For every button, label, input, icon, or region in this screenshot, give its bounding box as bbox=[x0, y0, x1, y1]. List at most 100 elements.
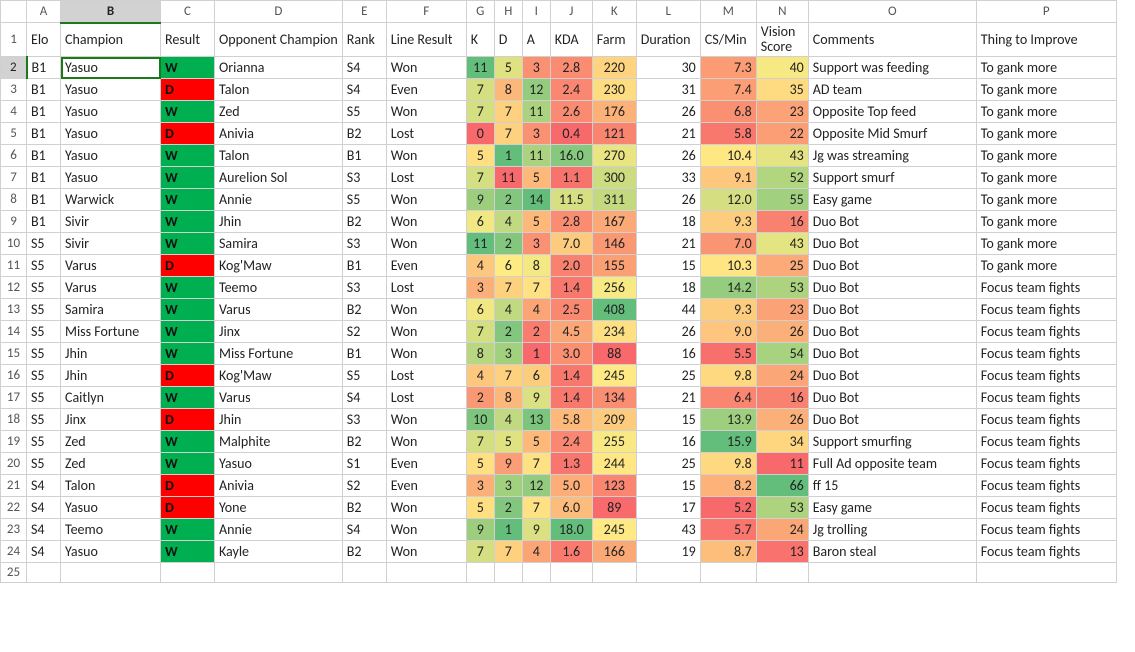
cell-M24[interactable]: 8.7 bbox=[700, 541, 756, 563]
cell-M20[interactable]: 9.8 bbox=[700, 453, 756, 475]
cell-P10[interactable]: To gank more bbox=[976, 233, 1116, 255]
cell-P22[interactable]: Focus team fights bbox=[976, 497, 1116, 519]
cell-B10[interactable]: Sivir bbox=[61, 233, 161, 255]
cell-C20[interactable]: W bbox=[161, 453, 215, 475]
header-K[interactable]: Farm bbox=[592, 23, 636, 57]
cell-D10[interactable]: Samira bbox=[215, 233, 343, 255]
cell-B24[interactable]: Yasuo bbox=[61, 541, 161, 563]
cell-F12[interactable]: Lost bbox=[386, 277, 466, 299]
cell-H9[interactable]: 4 bbox=[494, 211, 522, 233]
cell-E20[interactable]: S1 bbox=[342, 453, 386, 475]
cell-J18[interactable]: 5.8 bbox=[550, 409, 592, 431]
cell-M19[interactable]: 15.9 bbox=[700, 431, 756, 453]
cell-H21[interactable]: 3 bbox=[494, 475, 522, 497]
cell-J24[interactable]: 1.6 bbox=[550, 541, 592, 563]
cell-B16[interactable]: Jhin bbox=[61, 365, 161, 387]
cell-D2[interactable]: Orianna bbox=[215, 57, 343, 79]
cell-H2[interactable]: 5 bbox=[494, 57, 522, 79]
cell-E12[interactable]: S3 bbox=[342, 277, 386, 299]
cell-P20[interactable]: Focus team fights bbox=[976, 453, 1116, 475]
cell-D8[interactable]: Annie bbox=[215, 189, 343, 211]
cell-C21[interactable]: D bbox=[161, 475, 215, 497]
row-head-12[interactable]: 12 bbox=[1, 277, 27, 299]
header-P[interactable]: Thing to Improve bbox=[976, 23, 1116, 57]
col-head-K[interactable]: K bbox=[592, 1, 636, 23]
cell-O13[interactable]: Duo Bot bbox=[808, 299, 976, 321]
header-M[interactable]: CS/Min bbox=[700, 23, 756, 57]
cell-K7[interactable]: 300 bbox=[592, 167, 636, 189]
cell-O5[interactable]: Opposite Mid Smurf bbox=[808, 123, 976, 145]
cell-A10[interactable]: S5 bbox=[27, 233, 61, 255]
cell-F19[interactable]: Won bbox=[386, 431, 466, 453]
cell-H16[interactable]: 7 bbox=[494, 365, 522, 387]
cell-N14[interactable]: 26 bbox=[756, 321, 808, 343]
cell-M2[interactable]: 7.3 bbox=[700, 57, 756, 79]
cell-P8[interactable]: To gank more bbox=[976, 189, 1116, 211]
cell-E6[interactable]: B1 bbox=[342, 145, 386, 167]
cell-O21[interactable]: ff 15 bbox=[808, 475, 976, 497]
cell-D25[interactable] bbox=[215, 563, 343, 583]
cell-D17[interactable]: Varus bbox=[215, 387, 343, 409]
cell-G13[interactable]: 6 bbox=[466, 299, 494, 321]
cell-D7[interactable]: Aurelion Sol bbox=[215, 167, 343, 189]
cell-F10[interactable]: Won bbox=[386, 233, 466, 255]
cell-H10[interactable]: 2 bbox=[494, 233, 522, 255]
row-head-15[interactable]: 15 bbox=[1, 343, 27, 365]
cell-A13[interactable]: S5 bbox=[27, 299, 61, 321]
cell-N5[interactable]: 22 bbox=[756, 123, 808, 145]
cell-L12[interactable]: 18 bbox=[636, 277, 700, 299]
cell-K3[interactable]: 230 bbox=[592, 79, 636, 101]
cell-D6[interactable]: Talon bbox=[215, 145, 343, 167]
col-head-J[interactable]: J bbox=[550, 1, 592, 23]
col-head-O[interactable]: O bbox=[808, 1, 976, 23]
cell-C11[interactable]: D bbox=[161, 255, 215, 277]
col-head-N[interactable]: N bbox=[756, 1, 808, 23]
cell-H20[interactable]: 9 bbox=[494, 453, 522, 475]
cell-F3[interactable]: Even bbox=[386, 79, 466, 101]
cell-D22[interactable]: Yone bbox=[215, 497, 343, 519]
cell-C23[interactable]: W bbox=[161, 519, 215, 541]
cell-M10[interactable]: 7.0 bbox=[700, 233, 756, 255]
cell-K19[interactable]: 255 bbox=[592, 431, 636, 453]
cell-J12[interactable]: 1.4 bbox=[550, 277, 592, 299]
row-head-18[interactable]: 18 bbox=[1, 409, 27, 431]
cell-N4[interactable]: 23 bbox=[756, 101, 808, 123]
cell-J9[interactable]: 2.8 bbox=[550, 211, 592, 233]
cell-N13[interactable]: 23 bbox=[756, 299, 808, 321]
cell-N24[interactable]: 13 bbox=[756, 541, 808, 563]
cell-B11[interactable]: Varus bbox=[61, 255, 161, 277]
cell-P5[interactable]: To gank more bbox=[976, 123, 1116, 145]
cell-A8[interactable]: B1 bbox=[27, 189, 61, 211]
cell-K5[interactable]: 121 bbox=[592, 123, 636, 145]
cell-C9[interactable]: W bbox=[161, 211, 215, 233]
cell-O24[interactable]: Baron steal bbox=[808, 541, 976, 563]
cell-F16[interactable]: Lost bbox=[386, 365, 466, 387]
cell-L21[interactable]: 15 bbox=[636, 475, 700, 497]
header-N[interactable]: Vision Score bbox=[756, 23, 808, 57]
cell-M15[interactable]: 5.5 bbox=[700, 343, 756, 365]
cell-N23[interactable]: 24 bbox=[756, 519, 808, 541]
cell-F6[interactable]: Won bbox=[386, 145, 466, 167]
cell-K23[interactable]: 245 bbox=[592, 519, 636, 541]
cell-E13[interactable]: B2 bbox=[342, 299, 386, 321]
cell-G12[interactable]: 3 bbox=[466, 277, 494, 299]
cell-G15[interactable]: 8 bbox=[466, 343, 494, 365]
cell-A23[interactable]: S4 bbox=[27, 519, 61, 541]
cell-L25[interactable] bbox=[636, 563, 700, 583]
cell-P11[interactable]: To gank more bbox=[976, 255, 1116, 277]
cell-K21[interactable]: 123 bbox=[592, 475, 636, 497]
cell-A16[interactable]: S5 bbox=[27, 365, 61, 387]
cell-G20[interactable]: 5 bbox=[466, 453, 494, 475]
cell-J5[interactable]: 0.4 bbox=[550, 123, 592, 145]
cell-A7[interactable]: B1 bbox=[27, 167, 61, 189]
cell-O6[interactable]: Jg was streaming bbox=[808, 145, 976, 167]
cell-K16[interactable]: 245 bbox=[592, 365, 636, 387]
cell-P25[interactable] bbox=[976, 563, 1116, 583]
cell-I19[interactable]: 5 bbox=[522, 431, 550, 453]
cell-B13[interactable]: Samira bbox=[61, 299, 161, 321]
cell-I12[interactable]: 7 bbox=[522, 277, 550, 299]
cell-G10[interactable]: 11 bbox=[466, 233, 494, 255]
cell-L22[interactable]: 17 bbox=[636, 497, 700, 519]
cell-P23[interactable]: Focus team fights bbox=[976, 519, 1116, 541]
row-head-19[interactable]: 19 bbox=[1, 431, 27, 453]
